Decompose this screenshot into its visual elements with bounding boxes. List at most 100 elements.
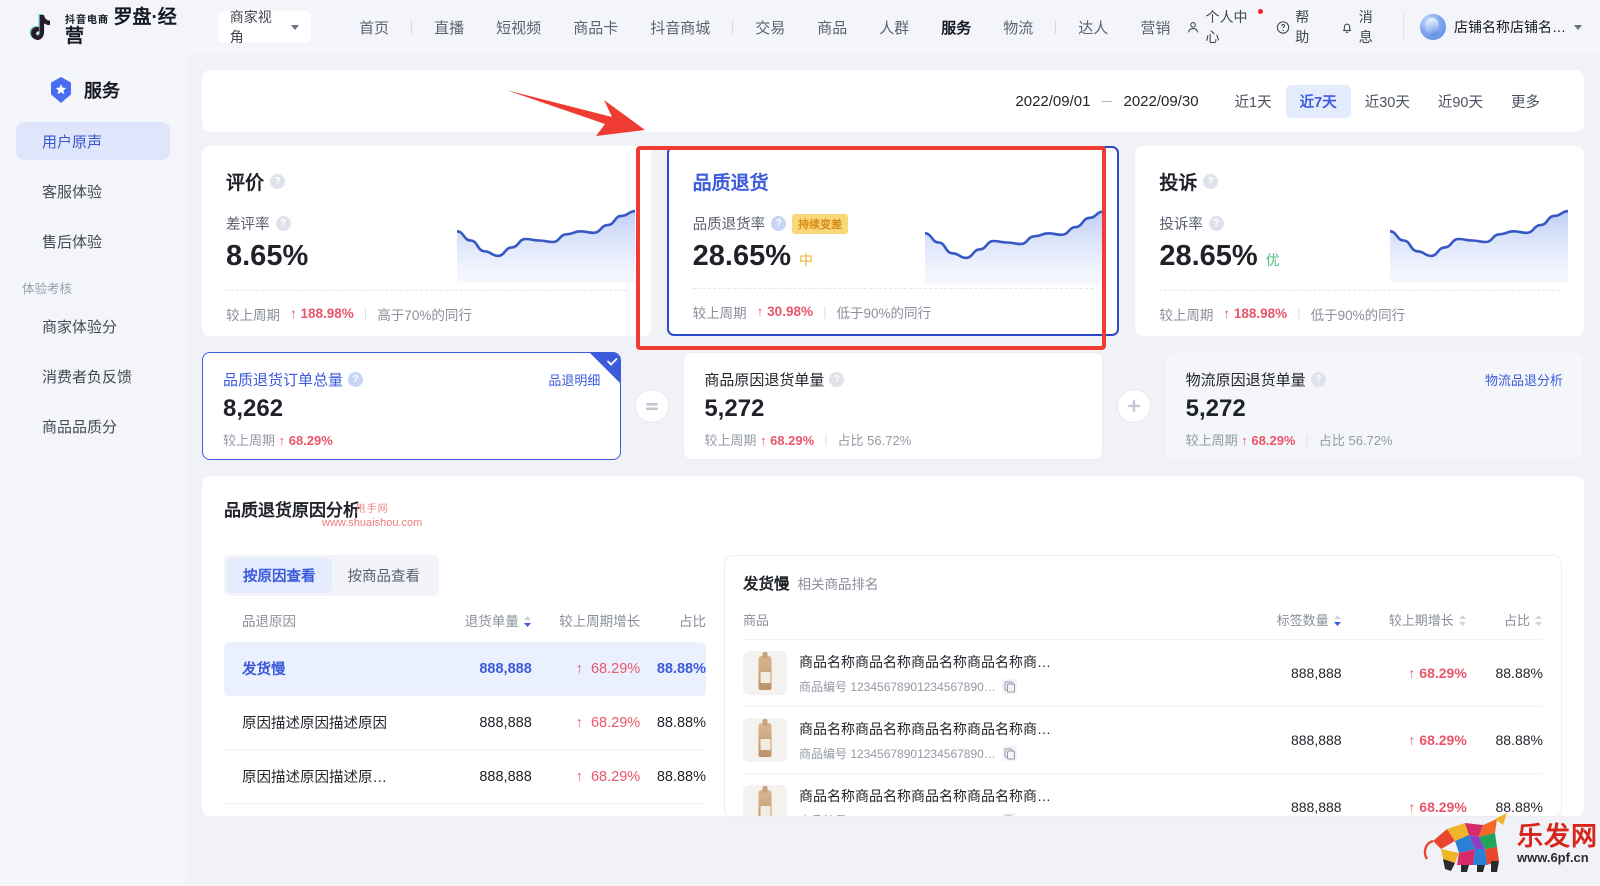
copy-icon[interactable] bbox=[1001, 812, 1017, 816]
nav-right-group: 个人中心 帮助 消息 店铺名称店铺名… bbox=[1186, 7, 1600, 47]
product-table-header-2[interactable]: 较上期增长 bbox=[1342, 594, 1467, 640]
nav-link-3[interactable]: 商品卡 bbox=[557, 17, 634, 38]
reason-analysis-panel: 品质退货原因分析 甩手网 www.shuaishou.com 按原因查看 按商品查… bbox=[202, 476, 1584, 817]
metric-peer-text: 低于90%的同行 bbox=[836, 305, 932, 321]
message-label: 消息 bbox=[1358, 9, 1373, 45]
view-mode-tabs: 按原因查看 按商品查看 bbox=[224, 555, 439, 596]
copy-icon[interactable] bbox=[1001, 678, 1017, 694]
reason-table-header-1[interactable]: 退货单量 bbox=[442, 596, 532, 642]
metric-card-1[interactable]: 品质退货 品质退货率? 持续变差 28.65% 中较上周期 ↑ 30.98% | 低于90%的… bbox=[666, 146, 1120, 336]
product-growth: ↑ 68.29% bbox=[1341, 639, 1467, 707]
reason-ratio: 88.88% bbox=[656, 660, 706, 677]
metric-peer-text: 高于70%的同行 bbox=[377, 307, 472, 323]
metric-subtitle-text: 投诉率 bbox=[1159, 217, 1203, 233]
reason-ratio: 88.88% bbox=[656, 714, 706, 731]
help-entry[interactable]: 帮助 bbox=[1276, 7, 1321, 47]
info-icon[interactable]: ? bbox=[1310, 372, 1326, 387]
date-preset-2[interactable]: 近30天 bbox=[1351, 85, 1424, 118]
stat-card-2[interactable]: 物流原因退货单量? 物流品退分析 5,272 较上周期 ↑ 68.29% | 占比 56.… bbox=[1164, 352, 1584, 460]
help-circle-icon bbox=[1277, 20, 1290, 34]
info-icon[interactable]: ? bbox=[348, 372, 364, 387]
date-range-picker[interactable]: 2022/09/01 － 2022/09/30 bbox=[1015, 91, 1198, 112]
nav-link-6[interactable]: 商品 bbox=[801, 17, 863, 38]
sidebar-group-label: 体验考核 bbox=[22, 282, 73, 296]
panel-tab-1[interactable]: 按商品查看 bbox=[332, 558, 437, 593]
table-row[interactable]: 商品名称商品名称商品名称商品名称商… 商品编号 12345678901234567… bbox=[743, 773, 1543, 816]
sort-icon[interactable] bbox=[1458, 614, 1467, 629]
related-products-panel: 发货慢 相关商品排名 商品 标签数量 较上期增长 占比 商品名称商品名称商品名称商品名… bbox=[724, 555, 1562, 817]
nav-link-2[interactable]: 短视频 bbox=[480, 17, 557, 38]
reason-ratio: 88.88% bbox=[656, 768, 706, 785]
info-icon[interactable]: ? bbox=[1203, 174, 1219, 189]
nav-link-10[interactable]: 达人 bbox=[1062, 17, 1124, 38]
sort-icon[interactable] bbox=[523, 615, 532, 630]
nav-link-4[interactable]: 抖音商城 bbox=[634, 17, 726, 38]
metric-card-0[interactable]: 评价? 差评率? 8.65% 较上周期 ↑ 188.98% | 高于70%的同行 bbox=[202, 146, 651, 336]
reason-table-header-0: 品退原因 bbox=[242, 614, 296, 629]
nav-link-9[interactable]: 物流 bbox=[987, 17, 1049, 38]
product-table-header-1[interactable]: 标签数量 bbox=[1237, 594, 1341, 640]
table-row[interactable]: 商品名称商品名称商品名称商品名称商… 商品编号 12345678901234567… bbox=[743, 706, 1543, 774]
nav-link-8[interactable]: 服务 bbox=[925, 17, 987, 38]
nav-link-5[interactable]: 交易 bbox=[739, 17, 801, 38]
stat-title-text: 品质退货订单总量 bbox=[223, 372, 344, 389]
footer-divider: | bbox=[363, 306, 368, 321]
stat-compare: 较上周期 ↑ 68.29% bbox=[223, 433, 333, 448]
sort-icon[interactable] bbox=[1333, 614, 1342, 629]
metric-footer: 较上周期 ↑ 188.98% | 低于90%的同行 bbox=[1159, 290, 1561, 336]
product-ratio: 88.88% bbox=[1466, 773, 1543, 816]
copy-icon[interactable] bbox=[1001, 745, 1017, 761]
table-row[interactable]: 原因描述原因描述原因 888,888 ↑ 68.29% 88.88% bbox=[224, 696, 706, 750]
related-products-heading: 发货慢 相关商品排名 bbox=[743, 572, 1543, 594]
message-entry[interactable]: 消息 bbox=[1340, 7, 1385, 47]
table-row[interactable]: 原因描述原因描述原… 888,888 ↑ 68.29% 88.88% bbox=[224, 750, 706, 804]
shop-switcher[interactable]: 店铺名称店铺名… bbox=[1402, 12, 1582, 42]
date-preset-4[interactable]: 更多 bbox=[1497, 85, 1554, 118]
product-name: 商品名称商品名称商品名称商品名称商… bbox=[799, 653, 1051, 670]
metric-level-badge: 中 bbox=[799, 252, 814, 268]
sidebar-group-item-2[interactable]: 商品品质分 bbox=[16, 407, 170, 445]
nav-link-1[interactable]: 直播 bbox=[418, 17, 480, 38]
metric-compare-label: 较上周期 bbox=[692, 305, 747, 321]
date-preset-1[interactable]: 近7天 bbox=[1285, 84, 1351, 118]
stat-top: 物流原因退货单量? 物流品退分析 bbox=[1186, 369, 1563, 390]
nav-link-0[interactable]: 首页 bbox=[343, 17, 405, 38]
sidebar-title: 服务 bbox=[84, 81, 120, 101]
nav-link-11[interactable]: 营销 bbox=[1124, 17, 1186, 38]
role-selector[interactable]: 商家视角 bbox=[217, 9, 312, 45]
nav-link-7[interactable]: 人群 bbox=[863, 17, 925, 38]
info-icon[interactable]: ? bbox=[270, 174, 286, 189]
metric-card-2[interactable]: 投诉? 投诉率? 28.65% 优较上周期 ↑ 188.98% | 低于90%的同行 bbox=[1135, 146, 1585, 336]
sort-icon[interactable] bbox=[1534, 614, 1543, 629]
brand-logo[interactable]: 抖音电商 罗盘·经营 bbox=[0, 8, 192, 46]
product-table-header-3[interactable]: 占比 bbox=[1467, 594, 1543, 640]
sidebar-item-1[interactable]: 客服体验 bbox=[16, 172, 170, 210]
sidebar-group-item-1[interactable]: 消费者负反馈 bbox=[16, 357, 170, 395]
sidebar-item-2[interactable]: 售后体验 bbox=[16, 222, 170, 260]
operator-plus-icon bbox=[1116, 389, 1151, 423]
stat-link[interactable]: 物流品退分析 bbox=[1485, 370, 1563, 389]
info-icon[interactable]: ? bbox=[1208, 216, 1224, 231]
metric-compare-label: 较上周期 bbox=[226, 307, 280, 323]
sidebar-item-0[interactable]: 用户原声 bbox=[16, 122, 170, 160]
product-thumbnail bbox=[743, 785, 787, 816]
date-preset-0[interactable]: 近1天 bbox=[1221, 85, 1286, 118]
sidebar-group-item-0[interactable]: 商家体验分 bbox=[16, 307, 170, 345]
product-cell: 商品名称商品名称商品名称商品名称商… 商品编号 12345678901234567… bbox=[743, 773, 1238, 816]
info-icon[interactable]: ? bbox=[275, 216, 291, 231]
product-qty: 888,888 bbox=[1237, 706, 1342, 774]
user-center-entry[interactable]: 个人中心 bbox=[1186, 7, 1264, 47]
table-row[interactable]: 商品名称商品名称商品名称商品名称商… 商品编号 12345678901234567… bbox=[743, 639, 1543, 707]
metric-footer: 较上周期 ↑ 30.98% | 低于90%的同行 bbox=[692, 288, 1094, 334]
stat-card-0[interactable]: 品质退货订单总量? 品退明细 8,262 较上周期 ↑ 68.29% bbox=[202, 352, 622, 460]
panel-tab-0[interactable]: 按原因查看 bbox=[227, 558, 332, 593]
stat-card-1[interactable]: 商品原因退货单量? 5,272 较上周期 ↑ 68.29% | 占比 56.72% bbox=[683, 352, 1103, 460]
stat-value: 5,272 bbox=[1185, 395, 1246, 422]
metric-value: 8.65% bbox=[226, 240, 309, 272]
top-navigation-bar: 抖音电商 罗盘·经营 商家视角 首页 直播 短视频 商品卡 抖音商城 交易 商品 人群 服务 物流… bbox=[0, 0, 1600, 54]
date-preset-3[interactable]: 近90天 bbox=[1424, 85, 1497, 118]
table-row[interactable]: 发货慢 888,888 ↑ 68.29% 88.88% bbox=[224, 642, 706, 696]
info-icon[interactable]: ? bbox=[829, 372, 845, 387]
info-icon[interactable]: ? bbox=[771, 216, 787, 231]
user-center-label: 个人中心 bbox=[1205, 9, 1248, 45]
